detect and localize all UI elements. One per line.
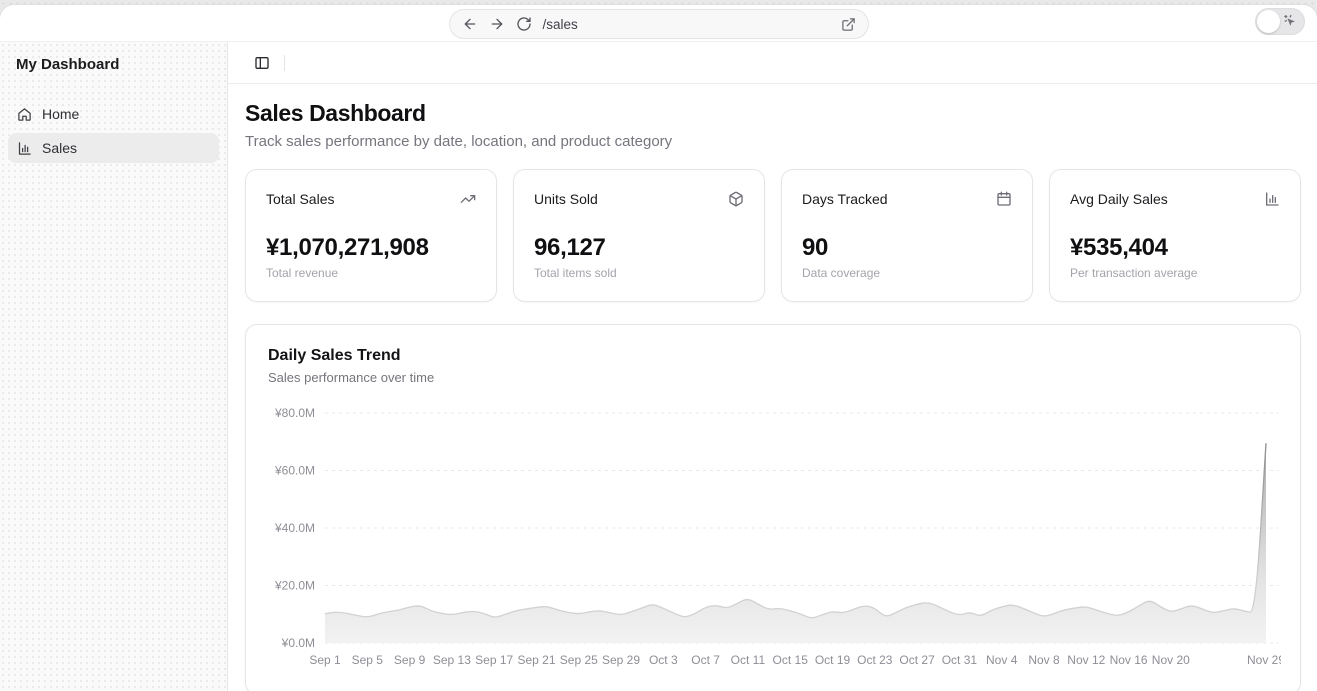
package-icon xyxy=(728,191,744,207)
svg-text:Sep 17: Sep 17 xyxy=(475,653,513,667)
svg-text:¥0.0M: ¥0.0M xyxy=(281,636,315,650)
stat-cards-row: Total Sales ¥1,070,271,908 Total revenue… xyxy=(245,169,1301,302)
page-subtitle: Track sales performance by date, locatio… xyxy=(245,133,1301,150)
dashboard-content: Sales Dashboard Track sales performance … xyxy=(228,84,1317,691)
app-body: My Dashboard Home Sales xyxy=(0,42,1317,691)
svg-text:Nov 8: Nov 8 xyxy=(1028,653,1060,667)
stat-description: Data coverage xyxy=(802,266,1012,280)
stat-card-total-sales: Total Sales ¥1,070,271,908 Total revenue xyxy=(245,169,497,302)
panel-left-icon[interactable] xyxy=(254,55,270,71)
cursor-spark-icon xyxy=(1283,14,1298,29)
sidebar: My Dashboard Home Sales xyxy=(0,42,228,691)
external-link-icon[interactable] xyxy=(841,17,856,32)
svg-text:Sep 1: Sep 1 xyxy=(309,653,341,667)
svg-text:¥20.0M: ¥20.0M xyxy=(274,579,315,593)
stat-description: Total items sold xyxy=(534,266,744,280)
calendar-icon xyxy=(996,191,1012,207)
url-bar[interactable]: /sales xyxy=(449,9,869,39)
svg-text:Oct 31: Oct 31 xyxy=(942,653,978,667)
stat-label: Units Sold xyxy=(534,191,598,207)
toggle-knob[interactable] xyxy=(1257,10,1280,33)
trending-up-icon xyxy=(460,191,476,207)
svg-text:Oct 3: Oct 3 xyxy=(649,653,678,667)
svg-text:Sep 9: Sep 9 xyxy=(394,653,426,667)
stat-label: Total Sales xyxy=(266,191,334,207)
svg-text:Oct 23: Oct 23 xyxy=(857,653,893,667)
bar-chart-icon xyxy=(17,141,32,156)
svg-text:Nov 29: Nov 29 xyxy=(1247,653,1281,667)
svg-text:Sep 29: Sep 29 xyxy=(602,653,640,667)
back-icon[interactable] xyxy=(462,16,478,32)
stat-label: Avg Daily Sales xyxy=(1070,191,1168,207)
svg-text:¥40.0M: ¥40.0M xyxy=(274,521,315,535)
sidebar-item-label: Home xyxy=(42,106,79,122)
chart-area[interactable]: ¥0.0M ¥20.0M ¥40.0M ¥60.0M ¥80.0M Sep 1 Sep 5 S… xyxy=(268,398,1278,681)
svg-text:Oct 27: Oct 27 xyxy=(899,653,935,667)
stat-card-avg-daily-sales: Avg Daily Sales ¥535,404 Per transaction… xyxy=(1049,169,1301,302)
stat-value: 90 xyxy=(802,234,1012,262)
stat-description: Per transaction average xyxy=(1070,266,1280,280)
main-area: Sales Dashboard Track sales performance … xyxy=(228,42,1317,691)
sidebar-title: My Dashboard xyxy=(0,56,227,73)
svg-text:Oct 19: Oct 19 xyxy=(815,653,851,667)
svg-text:¥80.0M: ¥80.0M xyxy=(274,406,315,420)
sidebar-item-label: Sales xyxy=(42,140,77,156)
svg-text:Sep 13: Sep 13 xyxy=(433,653,471,667)
sidebar-item-home[interactable]: Home xyxy=(8,99,219,129)
browser-topbar: /sales xyxy=(0,5,1317,42)
refresh-icon[interactable] xyxy=(516,16,532,32)
svg-text:Oct 11: Oct 11 xyxy=(731,653,766,667)
svg-text:Oct 7: Oct 7 xyxy=(691,653,720,667)
chart-subtitle: Sales performance over time xyxy=(268,370,1278,385)
svg-text:¥60.0M: ¥60.0M xyxy=(274,464,315,478)
svg-text:Nov 16: Nov 16 xyxy=(1110,653,1148,667)
home-icon xyxy=(17,107,32,122)
stat-value: 96,127 xyxy=(534,234,744,262)
daily-sales-chart[interactable]: ¥0.0M ¥20.0M ¥40.0M ¥60.0M ¥80.0M Sep 1 Sep 5 S… xyxy=(268,398,1281,676)
bar-chart-icon xyxy=(1264,191,1280,207)
page-title: Sales Dashboard xyxy=(245,100,1301,127)
main-header xyxy=(228,42,1317,84)
daily-sales-trend-card: Daily Sales Trend Sales performance over… xyxy=(245,324,1301,691)
svg-text:Nov 12: Nov 12 xyxy=(1067,653,1105,667)
stat-label: Days Tracked xyxy=(802,191,888,207)
stat-value: ¥1,070,271,908 xyxy=(266,234,476,262)
svg-text:Nov 20: Nov 20 xyxy=(1152,653,1190,667)
sidebar-item-sales[interactable]: Sales xyxy=(8,133,219,163)
app-window: /sales My Dashboard Home xyxy=(0,5,1317,691)
svg-text:Sep 5: Sep 5 xyxy=(352,653,384,667)
stat-card-days-tracked: Days Tracked 90 Data coverage xyxy=(781,169,1033,302)
header-divider xyxy=(284,55,285,71)
stat-value: ¥535,404 xyxy=(1070,234,1280,262)
chart-title: Daily Sales Trend xyxy=(268,347,1278,365)
svg-text:Oct 15: Oct 15 xyxy=(773,653,809,667)
svg-text:Sep 25: Sep 25 xyxy=(560,653,598,667)
stat-description: Total revenue xyxy=(266,266,476,280)
forward-icon[interactable] xyxy=(489,16,505,32)
svg-text:Sep 21: Sep 21 xyxy=(517,653,555,667)
url-text[interactable]: /sales xyxy=(543,17,830,32)
stat-card-units-sold: Units Sold 96,127 Total items sold xyxy=(513,169,765,302)
svg-text:Nov 4: Nov 4 xyxy=(986,653,1018,667)
interaction-toggle[interactable] xyxy=(1255,8,1305,35)
